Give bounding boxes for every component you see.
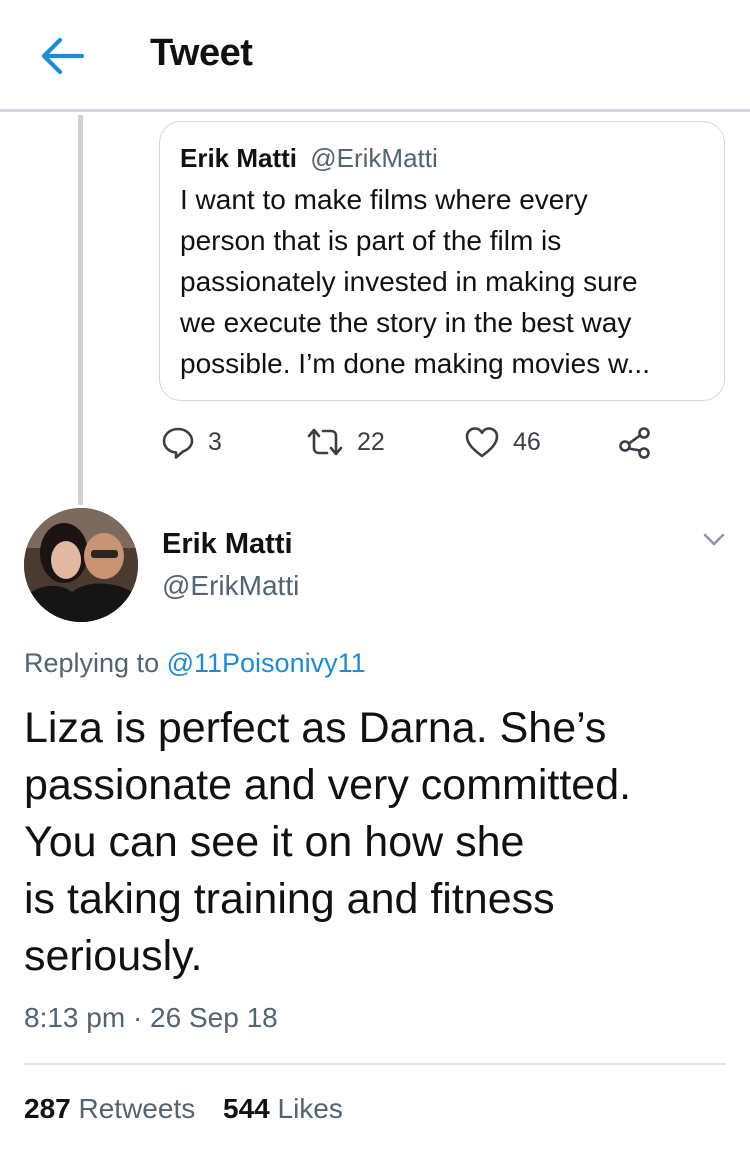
like-button[interactable]: 46 (463, 420, 541, 464)
quoted-text-line: passionately invested in making sure (180, 266, 638, 297)
avatar[interactable] (24, 508, 138, 622)
author-handle[interactable]: @ErikMatti (162, 570, 299, 602)
quoted-tweet-text: I want to make films where every person … (180, 179, 704, 384)
like-count: 46 (513, 427, 541, 456)
reply-icon (162, 427, 194, 459)
back-button[interactable] (38, 34, 88, 78)
retweets-stat[interactable]: 287 Retweets (24, 1093, 195, 1124)
tweet-stats: 287 Retweets 544 Likes (24, 1093, 363, 1125)
quoted-tweet-header: Erik Matti @ErikMatti (180, 140, 704, 176)
retweets-count: 287 (24, 1093, 71, 1124)
retweet-button[interactable]: 22 (305, 420, 385, 464)
tweet-timestamp: 8:13 pm · 26 Sep 18 (24, 1002, 278, 1033)
quoted-author-name: Erik Matti (180, 143, 298, 173)
quoted-author-handle: @ErikMatti (310, 143, 438, 173)
arrow-left-icon (41, 37, 85, 75)
more-options-button[interactable] (700, 528, 728, 550)
tweet-text-line: You can see it on how she (24, 818, 525, 866)
tweet-text: Liza is perfect as Darna. She’s passiona… (24, 700, 734, 985)
quoted-text-line: person that is part of the film is (180, 225, 562, 256)
likes-label: Likes (277, 1093, 343, 1124)
share-icon (619, 427, 650, 459)
replying-to-label: Replying to (24, 648, 167, 678)
tweet-text-line: is taking training and fitness (24, 875, 555, 923)
avatar-photo-icon (24, 508, 138, 622)
likes-stat[interactable]: 544 Likes (223, 1093, 343, 1124)
reply-button[interactable]: 3 (160, 420, 222, 464)
likes-count: 544 (223, 1093, 270, 1124)
page-title: Tweet (150, 32, 253, 74)
heart-icon (465, 427, 499, 458)
author-name[interactable]: Erik Matti (162, 528, 293, 561)
retweet-count: 22 (357, 427, 385, 456)
divider (24, 1063, 726, 1065)
share-button[interactable] (618, 420, 652, 464)
thread-line (78, 115, 83, 505)
retweet-icon (307, 428, 343, 456)
replying-to-line: Replying to @11Poisonivy11 (24, 648, 366, 679)
quoted-text-line: I want to make films where every (180, 184, 588, 215)
tweet-text-line: seriously. (24, 932, 203, 980)
retweets-label: Retweets (78, 1093, 196, 1124)
tweet-text-line: Liza is perfect as Darna. She’s (24, 704, 607, 752)
quoted-text-line: we execute the story in the best way (180, 307, 632, 338)
replying-to-link[interactable]: @11Poisonivy11 (167, 648, 366, 678)
tweet-action-row: 3 22 46 (160, 420, 680, 464)
reply-count: 3 (208, 427, 222, 456)
tweet-text-line: passionate and very committed. (24, 761, 632, 809)
chevron-down-icon (703, 533, 725, 546)
top-bar: Tweet (0, 0, 750, 112)
quoted-tweet-card[interactable]: Erik Matti @ErikMatti I want to make fil… (159, 121, 725, 401)
quoted-text-line: possible. I’m done making movies w... (180, 348, 650, 379)
